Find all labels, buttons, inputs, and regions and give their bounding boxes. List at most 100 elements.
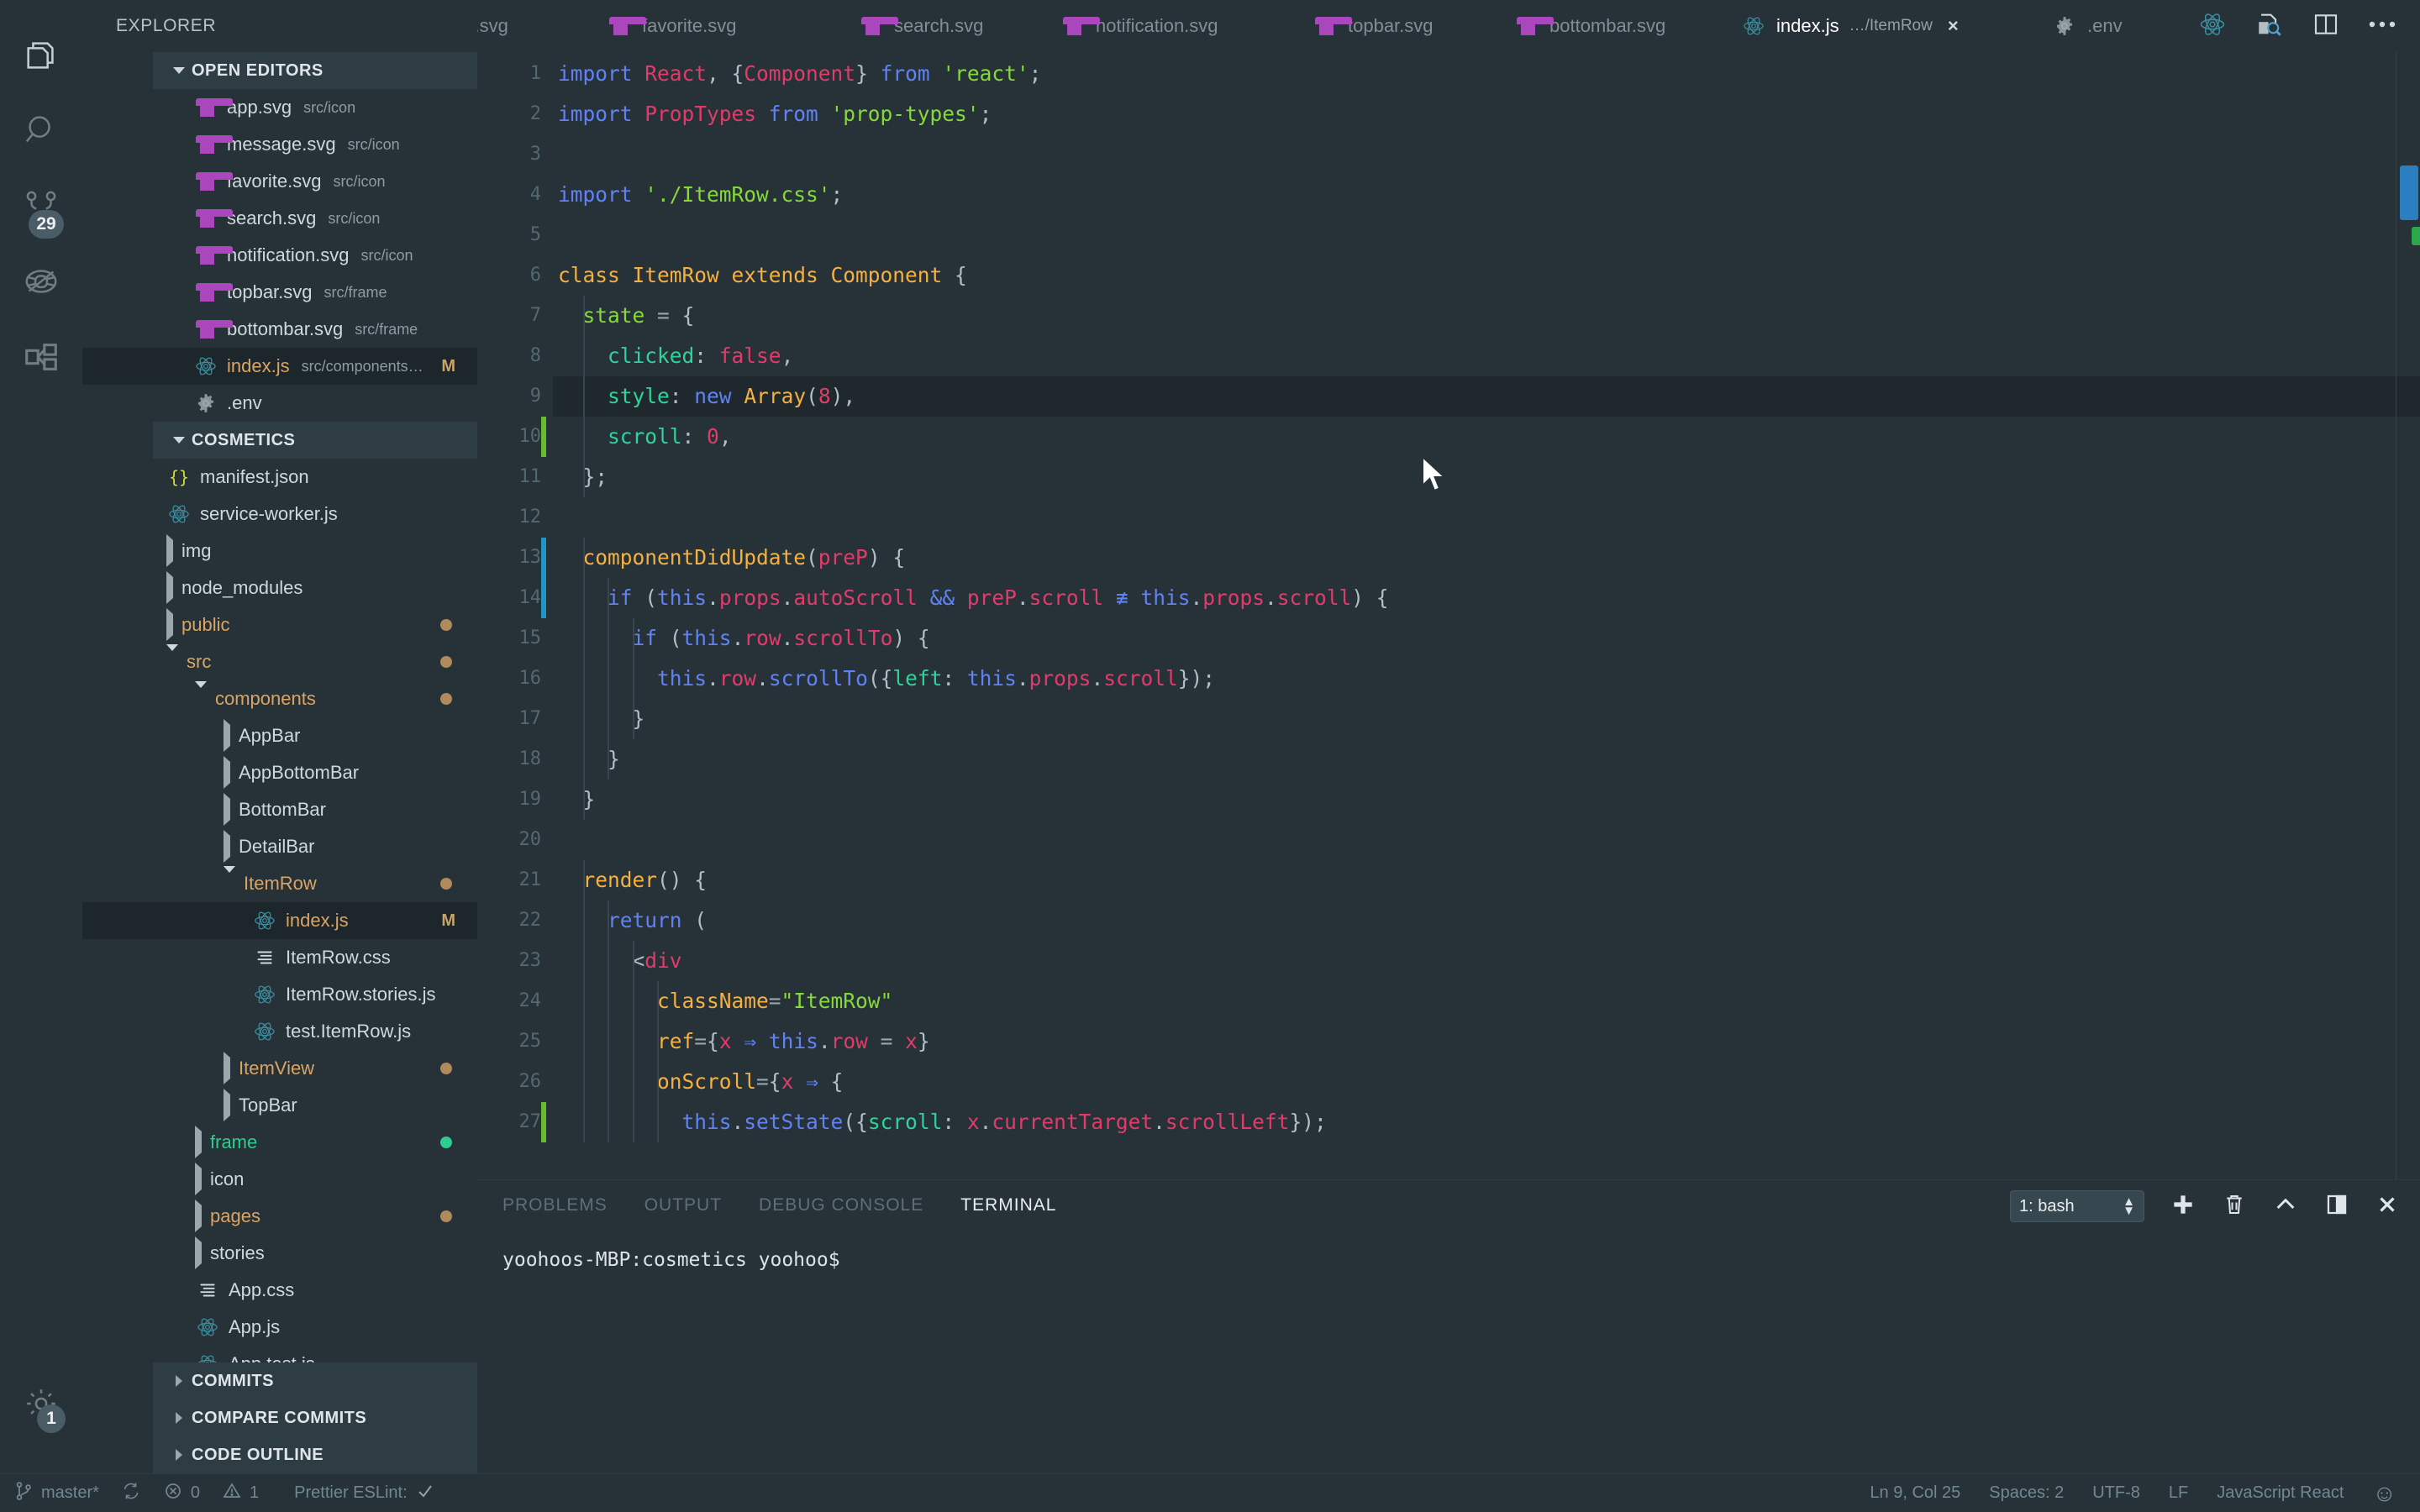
- split-icon[interactable]: [2312, 11, 2339, 42]
- tree-row[interactable]: app.svgsrc/icon: [82, 89, 477, 126]
- twisty-expanded-icon[interactable]: [224, 873, 235, 895]
- plus-icon[interactable]: [2170, 1191, 2196, 1222]
- status-cursor-position[interactable]: Ln 9, Col 25: [1870, 1483, 1960, 1503]
- twisty-collapsed-icon[interactable]: [195, 1168, 202, 1190]
- twisty-collapsed-icon[interactable]: [224, 762, 230, 784]
- editor-tab[interactable]: notification.svg: [1042, 0, 1237, 52]
- project-header[interactable]: COSMETICS: [153, 422, 477, 459]
- code-line[interactable]: componentDidUpdate(preP) {: [558, 538, 905, 578]
- sidebar-section-commits[interactable]: COMMITS: [153, 1362, 477, 1399]
- tree-row[interactable]: .env: [82, 385, 477, 422]
- tree-row[interactable]: ItemView: [82, 1050, 477, 1087]
- code-line[interactable]: class ItemRow extends Component {: [558, 255, 967, 296]
- split-panel-icon[interactable]: [2324, 1192, 2349, 1221]
- code-line[interactable]: if (this.props.autoScroll && preP.scroll…: [558, 578, 1389, 618]
- tree-row[interactable]: TopBar: [82, 1087, 477, 1124]
- tree-row[interactable]: img: [82, 533, 477, 570]
- code-line[interactable]: ref={x ⇒ this.row = x}: [558, 1021, 930, 1062]
- activity-item-settings[interactable]: 1: [0, 1368, 82, 1443]
- twisty-collapsed-icon[interactable]: [166, 614, 173, 636]
- open-editors-header[interactable]: OPEN EDITORS: [153, 52, 477, 89]
- status-sync[interactable]: [121, 1481, 141, 1506]
- twisty-collapsed-icon[interactable]: [195, 1131, 202, 1153]
- activity-item-explorer[interactable]: [0, 18, 82, 94]
- tree-row[interactable]: frame: [82, 1124, 477, 1161]
- code-line[interactable]: return (: [558, 900, 707, 941]
- panel-tab-debug-console[interactable]: DEBUG CONSOLE: [759, 1195, 923, 1215]
- sidebar-scroll[interactable]: OPEN EDITORSapp.svgsrc/iconmessage.svgsr…: [82, 52, 477, 1473]
- panel-tab-output[interactable]: OUTPUT: [644, 1195, 722, 1215]
- twisty-collapsed-icon[interactable]: [195, 1205, 202, 1227]
- preview-icon[interactable]: [2255, 10, 2284, 43]
- code-line[interactable]: this.setState({scroll: x.currentTarget.s…: [558, 1102, 1327, 1142]
- status-prettier-eslint[interactable]: Prettier ESLint:: [294, 1481, 435, 1506]
- tree-row[interactable]: node_modules: [82, 570, 477, 606]
- code-line[interactable]: this.row.scrollTo({left: this.props.scro…: [558, 659, 1215, 699]
- twisty-collapsed-icon[interactable]: [166, 1449, 192, 1461]
- twisty-collapsed-icon[interactable]: [166, 1412, 192, 1424]
- tree-row[interactable]: ItemRow.stories.js: [82, 976, 477, 1013]
- code-line[interactable]: }: [558, 739, 620, 780]
- code-line[interactable]: }: [558, 780, 595, 820]
- code-editor[interactable]: 1234567891011121314151617181920212223242…: [477, 52, 2420, 1179]
- status-encoding[interactable]: UTF-8: [2092, 1483, 2140, 1503]
- editor-tab-close-icon[interactable]: ×: [1948, 15, 1959, 37]
- panel-tab-terminal[interactable]: TERMINAL: [960, 1195, 1056, 1215]
- tree-row[interactable]: src: [82, 643, 477, 680]
- editor-tab[interactable]: bottombar.svg: [1496, 0, 1684, 52]
- code-line[interactable]: import './ItemRow.css';: [558, 175, 843, 215]
- trash-icon[interactable]: [2222, 1191, 2247, 1222]
- sidebar-section-code-outline[interactable]: CODE OUTLINE: [153, 1436, 477, 1473]
- overview-ruler[interactable]: [2396, 52, 2420, 1179]
- tree-row[interactable]: topbar.svgsrc/frame: [82, 274, 477, 311]
- tree-row[interactable]: stories: [82, 1235, 477, 1272]
- editor-tab[interactable]: index.js…/ItemRow×: [1723, 0, 1977, 52]
- code-line[interactable]: style: new Array(8),: [558, 376, 855, 417]
- activity-item-run-debug[interactable]: [0, 245, 82, 321]
- tree-row[interactable]: notification.svgsrc/icon: [82, 237, 477, 274]
- status-feedback-smiley[interactable]: ☺: [2372, 1480, 2396, 1507]
- tree-row[interactable]: AppBottomBar: [82, 754, 477, 791]
- code-line[interactable]: import PropTypes from 'prop-types';: [558, 94, 992, 134]
- code-line[interactable]: import React, {Component} from 'react';: [558, 54, 1041, 94]
- tree-row[interactable]: public: [82, 606, 477, 643]
- twisty-expanded-icon[interactable]: [166, 437, 192, 444]
- status-warnings[interactable]: 1: [222, 1481, 259, 1506]
- code-line[interactable]: onScroll={x ⇒ {: [558, 1062, 843, 1102]
- tree-row[interactable]: App.js: [82, 1309, 477, 1346]
- tree-row[interactable]: index.jssrc/components…M: [82, 348, 477, 385]
- twisty-expanded-icon[interactable]: [195, 688, 207, 710]
- code-content[interactable]: import React, {Component} from 'react';i…: [553, 52, 2420, 1179]
- twisty-collapsed-icon[interactable]: [224, 725, 230, 747]
- tree-row[interactable]: icon: [82, 1161, 477, 1198]
- tree-row[interactable]: {}manifest.json: [82, 459, 477, 496]
- twisty-collapsed-icon[interactable]: [224, 836, 230, 858]
- tree-row[interactable]: message.svgsrc/icon: [82, 126, 477, 163]
- tree-row[interactable]: test.ItemRow.js: [82, 1013, 477, 1050]
- status-indentation[interactable]: Spaces: 2: [1989, 1483, 2064, 1503]
- tree-row[interactable]: App.css: [82, 1272, 477, 1309]
- status-branch[interactable]: master*: [15, 1481, 99, 1506]
- editor-tab[interactable]: ge.svg: [477, 0, 527, 52]
- close-icon[interactable]: [2375, 1192, 2400, 1221]
- activity-item-extensions[interactable]: [0, 321, 82, 396]
- code-line[interactable]: state = {: [558, 296, 694, 336]
- editor-tab[interactable]: favorite.svg: [588, 0, 755, 52]
- twisty-collapsed-icon[interactable]: [224, 1058, 230, 1079]
- twisty-collapsed-icon[interactable]: [224, 1095, 230, 1116]
- tree-row[interactable]: DetailBar: [82, 828, 477, 865]
- ellipsis-icon[interactable]: [2368, 18, 2396, 34]
- twisty-collapsed-icon[interactable]: [224, 799, 230, 821]
- activity-item-source-control[interactable]: 29: [0, 170, 82, 245]
- twisty-expanded-icon[interactable]: [166, 67, 192, 74]
- status-eol[interactable]: LF: [2169, 1483, 2188, 1503]
- activity-item-search[interactable]: [0, 94, 82, 170]
- chevron-up-icon[interactable]: [2272, 1191, 2299, 1222]
- editor-tab[interactable]: topbar.svg: [1294, 0, 1452, 52]
- editor-tab[interactable]: search.svg: [840, 0, 1002, 52]
- tree-row[interactable]: AppBar: [82, 717, 477, 754]
- twisty-collapsed-icon[interactable]: [195, 1242, 202, 1264]
- tree-row[interactable]: search.svgsrc/icon: [82, 200, 477, 237]
- twisty-collapsed-icon[interactable]: [166, 577, 173, 599]
- tree-row[interactable]: BottomBar: [82, 791, 477, 828]
